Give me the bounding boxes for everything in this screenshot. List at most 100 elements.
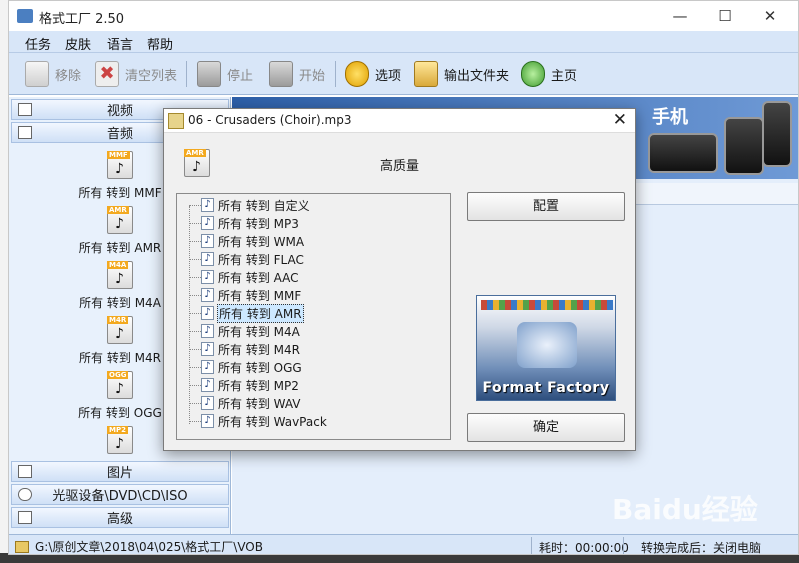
tree-item-label: 所有 转到 MP3 [218,216,299,231]
phone-image [648,133,718,173]
category-picture[interactable]: 图片 [11,461,229,482]
tree-branch-line [189,384,201,386]
watermark: Baidu经验 [612,493,758,526]
maximize-button[interactable]: ☐ [708,5,742,27]
close-button[interactable]: ✕ [753,5,787,27]
tree-branch-line [189,258,201,260]
ok-button[interactable]: 确定 [467,413,625,442]
folder-icon [15,540,29,553]
logo-graphic [517,322,577,368]
logo-text: Format Factory [482,380,610,396]
format-tree[interactable]: ♪ 所有 转到 自定义 ♪ 所有 转到 MP3 ♪ 所有 转到 WMA ♪ 所有 转到 FLA… [176,193,451,440]
tree-item-label: 所有 转到 FLAC [218,252,304,267]
tree-branch-line [189,330,201,332]
remove-icon [25,61,49,87]
tree-branch-line [189,276,201,278]
tree-item[interactable]: ♪ 所有 转到 M4A [189,322,301,340]
clear-list-button[interactable]: ✖ 清空列表 [95,59,177,89]
tree-item[interactable]: ♪ 所有 转到 AMR [189,303,304,323]
menu-bar: 任务 皮肤 语言 帮助 [9,31,798,53]
elapsed-time: 耗时：00:00:00 [539,541,629,555]
tree-branch-line [189,294,201,296]
app-title: 格式工厂 2.50 [39,12,125,27]
category-advanced[interactable]: 高级 [11,507,229,528]
after-conversion[interactable]: 转换完成后：关闭电脑 [641,539,761,554]
remove-button[interactable]: 移除 [25,59,81,89]
start-icon [269,61,293,87]
status-bar: G:\原创文章\2018\04\025\格式工厂\VOB 耗时：00:00:00… [9,534,798,555]
home-button[interactable]: 主页 [521,59,577,89]
music-note-icon: ♪ [201,216,214,230]
tree-item[interactable]: ♪ 所有 转到 OGG [189,358,303,376]
advanced-icon [18,511,32,524]
config-button[interactable]: 配置 [467,192,625,221]
audio-file-icon [168,113,184,129]
convert-dialog: 06 - Crusaders (Choir).mp3 ✕ AMR ♪ 高质量 ♪ 所… [163,108,636,451]
tree-item[interactable]: ♪ 所有 转到 AAC [189,268,300,286]
menu-help[interactable]: 帮助 [147,34,173,53]
category-disc[interactable]: 光驱设备\DVD\CD\ISO [11,484,229,505]
gear-icon [345,61,369,87]
start-button[interactable]: 开始 [269,59,325,89]
app-icon [17,9,33,23]
music-note-icon: ♪ [201,252,214,266]
menu-task[interactable]: 任务 [25,34,51,53]
tree-item[interactable]: ♪ 所有 转到 FLAC [189,250,305,268]
tree-item[interactable]: ♪ 所有 转到 M4R [189,340,301,358]
music-note-icon: ♪ [201,360,214,374]
tree-item-label: 所有 转到 M4A [218,324,300,339]
tree-item-label: 所有 转到 OGG [218,360,302,375]
phone-image [724,117,764,175]
tree-item[interactable]: ♪ 所有 转到 MP3 [189,214,300,232]
dialog-title-bar: 06 - Crusaders (Choir).mp3 ✕ [164,109,635,133]
tree-item-label: 所有 转到 AMR [217,303,304,323]
music-note-icon: ♪ [201,234,214,248]
m4r-file-icon: M4R ♪ [107,316,133,344]
audio-icon [18,126,32,139]
tree-item[interactable]: ♪ 所有 转到 MP2 [189,376,300,394]
logo-icon-strip [481,300,613,310]
tree-item-label: 所有 转到 WAV [218,396,301,411]
tree-item[interactable]: ♪ 所有 转到 WavPack [189,412,328,430]
music-note-icon: ♪ [201,288,214,302]
tree-branch-line [189,366,201,368]
ogg-file-icon: OGG ♪ [107,371,133,399]
title-bar: 格式工厂 2.50 — ☐ ✕ [9,1,798,31]
dialog-title: 06 - Crusaders (Choir).mp3 [188,113,352,127]
tree-item[interactable]: ♪ 所有 转到 WMA [189,232,305,250]
toolbar: 移除 ✖ 清空列表 停止 开始 选项 输出文件夹 主页 [9,53,798,95]
minimize-button[interactable]: — [663,5,697,27]
output-path: G:\原创文章\2018\04\025\格式工厂\VOB [15,538,263,554]
tree-item-label: 所有 转到 AAC [218,270,299,285]
music-note-icon: ♪ [201,324,214,338]
menu-language[interactable]: 语言 [107,34,133,53]
tree-branch-line [189,204,201,206]
amr-file-icon: AMR ♪ [107,206,133,234]
toolbar-separator [335,61,336,87]
mp2-file-icon: MP2 ♪ [107,426,133,454]
desktop-background [0,0,8,563]
tree-item[interactable]: ♪ 所有 转到 自定义 [189,196,311,214]
dialog-close-button[interactable]: ✕ [613,110,627,130]
tree-item-label: 所有 转到 自定义 [218,198,310,213]
tree-branch-line [189,222,201,224]
options-button[interactable]: 选项 [345,59,401,89]
tree-item-label: 所有 转到 MMF [218,288,302,303]
picture-icon [18,465,32,478]
tree-branch-line [189,240,201,242]
output-folder-button[interactable]: 输出文件夹 [414,59,509,89]
home-globe-icon [521,61,545,87]
video-icon [18,103,32,116]
status-separator [623,537,624,554]
tree-item[interactable]: ♪ 所有 转到 MMF [189,286,302,304]
status-separator [531,537,532,554]
music-note-icon: ♪ [201,378,214,392]
music-note-icon: ♪ [201,270,214,284]
music-note-icon: ♪ [201,198,214,212]
menu-skin[interactable]: 皮肤 [65,34,91,53]
quality-label[interactable]: 高质量 [164,155,635,174]
stop-button[interactable]: 停止 [197,59,253,89]
toolbar-separator [186,61,187,87]
tree-item[interactable]: ♪ 所有 转到 WAV [189,394,302,412]
music-note-icon: ♪ [201,306,214,320]
